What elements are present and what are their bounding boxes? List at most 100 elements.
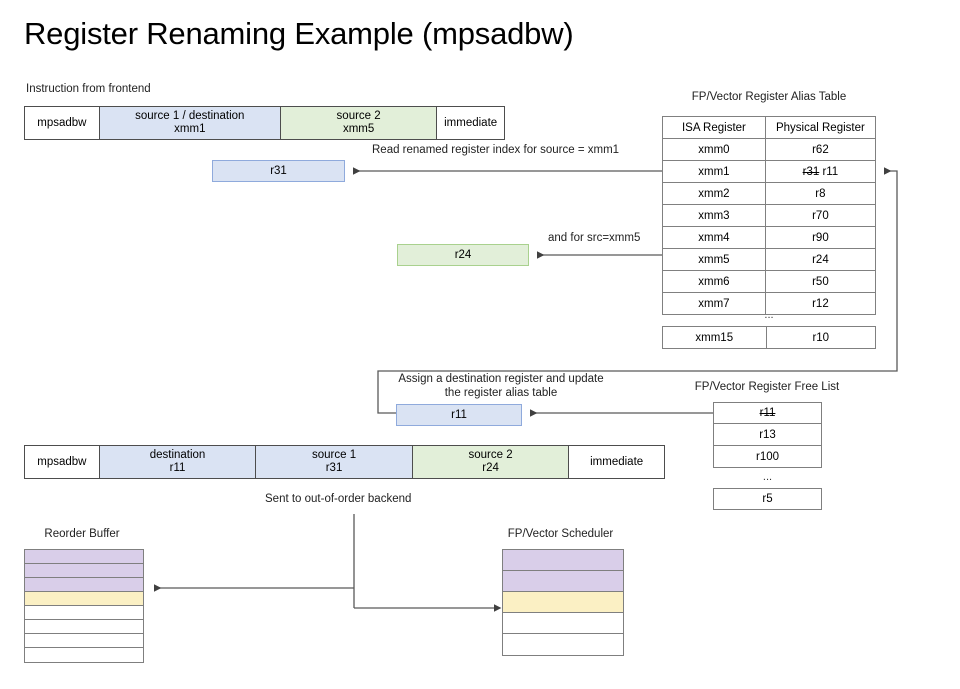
read-src2-annotation: and for src=xmm5 [548,232,641,244]
alias-phys-cell: r10 [765,326,876,349]
field-line1: immediate [590,455,644,468]
alias-phys-new: r11 [822,165,839,178]
field-line1: source 2 [336,110,381,122]
alias-table-ellipsis: ... [764,309,774,321]
alias-phys-cell: r50 [764,270,877,293]
alias-phys-cell: r8 [764,182,877,205]
sched-entry-3 [503,613,623,634]
alias-phys-cell: r70 [764,204,877,227]
rob-entry-3 [25,592,143,606]
frontend-field-immediate: immediate [437,107,504,139]
table-row: xmm2 r8 [662,182,877,205]
dest-assign-line2: the register alias table [444,387,558,399]
page-title: Register Renaming Example (mpsadbw) [24,16,574,51]
renamed-field-destination: destination r11 [99,446,257,478]
sched-entry-4 [503,634,623,655]
field-line1: mpsadbw [37,116,87,129]
field-line1: mpsadbw [37,455,87,468]
field-line1: destination [149,449,206,461]
sched-entry-1 [503,571,623,592]
rob-entry-1 [25,564,143,578]
slide-canvas: Register Renaming Example (mpsadbw) Inst… [0,0,960,689]
alias-isa-cell: xmm5 [662,248,766,271]
alias-table-title: FP/Vector Register Alias Table [691,91,847,103]
free-list-label: r13 [759,428,776,441]
field-line1: source 2 [468,449,513,461]
rob-entry-0 [25,550,143,564]
alias-isa-cell: xmm6 [662,270,766,293]
free-list-label: r5 [762,493,773,505]
rob-entry-2 [25,578,143,592]
alias-table: ISA Register Physical Register xmm0 r62 … [662,116,877,315]
frontend-instruction-bar: mpsadbw source 1 / destination xmm1 sour… [24,106,505,140]
renamed-src1-box: r31 [212,160,345,182]
field-line1: source 1 [311,449,357,461]
alias-phys-cell-updated: r31 r11 [764,160,877,183]
free-list-title: FP/Vector Register Free List [694,381,840,393]
reorder-buffer-title: Reorder Buffer [44,528,120,540]
frontend-field-opcode: mpsadbw [25,107,100,139]
alias-phys-old: r31 [802,165,820,178]
dest-assign-line1: Assign a destination register and update [398,373,604,385]
renamed-field-immediate: immediate [569,446,665,478]
free-list: r11 r13 r100 [713,402,822,468]
alias-isa-cell: xmm3 [662,204,766,227]
free-list-label: r100 [755,450,780,463]
alias-header-phys: Physical Register [764,116,877,139]
frontend-field-source1dest: source 1 / destination xmm1 [99,107,281,139]
table-header-row: ISA Register Physical Register [662,116,877,139]
rob-entry-5 [25,620,143,634]
field-line1: immediate [444,116,498,129]
renamed-src2-box: r24 [397,244,529,266]
alias-header-isa: ISA Register [662,116,766,139]
rob-entry-4 [25,606,143,620]
renamed-src2-label: r24 [454,249,472,261]
alias-isa-cell: xmm4 [662,226,766,249]
reorder-buffer [24,549,144,663]
free-list-item-0: r11 [713,402,822,424]
alias-table-last-grid: xmm15 r10 [662,326,876,349]
renamed-field-source1: source 1 r31 [256,446,413,478]
field-line2: r11 [169,462,186,474]
alias-isa-cell: xmm15 [662,326,767,349]
field-line1: source 1 / destination [135,110,245,122]
table-row: xmm0 r62 [662,138,877,161]
rob-entry-6 [25,634,143,648]
table-row: xmm15 r10 [662,326,876,349]
free-list-label: r11 [759,407,776,419]
field-line2: r24 [482,462,499,474]
table-row-xmm1: xmm1 r31 r11 [662,160,877,183]
alias-table-grid: ISA Register Physical Register xmm0 r62 … [662,116,877,315]
alias-isa-cell: xmm2 [662,182,766,205]
table-row: xmm6 r50 [662,270,877,293]
alias-phys-cell: r24 [764,248,877,271]
frontend-field-source2: source 2 xmm5 [280,107,438,139]
dispatch-caption: Sent to out-of-order backend [265,493,412,505]
renamed-instruction-bar: mpsadbw destination r11 source 1 r31 sou… [24,445,665,479]
table-row: xmm3 r70 [662,204,877,227]
dest-assign-label: r11 [451,409,467,421]
table-row: xmm4 r90 [662,226,877,249]
free-list-item-1: r13 [713,424,822,446]
alias-isa-cell: xmm1 [662,160,766,183]
renamed-src1-label: r31 [270,165,287,177]
renamed-field-opcode: mpsadbw [25,446,100,478]
alias-phys-cell: r90 [764,226,877,249]
field-line2: r31 [325,462,343,474]
read-src1-annotation: Read renamed register index for source =… [372,144,620,156]
field-line2: xmm5 [342,123,375,135]
free-list-ellipsis: ... [762,471,773,483]
sched-entry-2 [503,592,623,613]
alias-isa-cell: xmm0 [662,138,766,161]
rob-entry-7 [25,648,143,662]
sched-entry-0 [503,550,623,571]
frontend-caption: Instruction from frontend [26,83,151,95]
alias-phys-cell: r62 [764,138,877,161]
free-list-last-item: r5 [713,488,822,510]
field-line2: xmm1 [174,123,206,135]
alias-table-last-row: xmm15 r10 [662,326,876,349]
dest-assign-box: r11 [396,404,522,426]
renamed-field-source2: source 2 r24 [412,446,570,478]
dest-assign-annotation: Assign a destination register and update… [381,372,621,400]
fp-vector-scheduler [502,549,624,656]
